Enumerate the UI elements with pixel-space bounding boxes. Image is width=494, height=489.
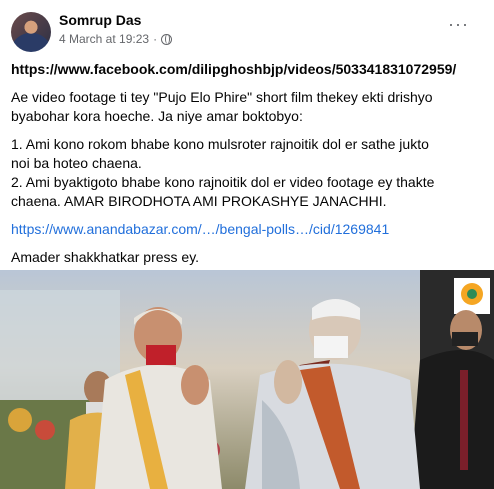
para1-line2: byabohar kora hoeche. Ja niye amar bokto… <box>11 108 303 124</box>
para2-line4: chaena. AMAR BIRODHOTA AMI PROKASHYE JAN… <box>11 193 387 209</box>
timestamp[interactable]: 4 March at 19:23 <box>59 32 149 46</box>
video-player[interactable] <box>0 270 494 489</box>
dot-separator: · <box>153 32 158 46</box>
para2-line1: 1. Ami kono rokom bhabe kono mulsroter r… <box>11 136 429 152</box>
globe-icon[interactable] <box>161 33 173 45</box>
primary-link[interactable]: https://www.facebook.com/dilipghoshbjp/v… <box>11 61 456 77</box>
post-header: Somrup Das 4 March at 19:23 · ··· <box>0 0 494 60</box>
post-text: https://www.facebook.com/dilipghoshbjp/v… <box>11 60 487 267</box>
post-meta: 4 March at 19:23 · <box>59 32 173 46</box>
para2-line3: 2. Ami byaktigoto bhabe kono rajnoitik d… <box>11 174 435 190</box>
author-name[interactable]: Somrup Das <box>59 12 141 28</box>
more-options-icon[interactable]: ··· <box>448 14 469 35</box>
closing-line: Amader shakkhatkar press ey. <box>11 249 200 265</box>
para1-line1: Ae video footage ti tey "Pujo Elo Phire"… <box>11 89 433 105</box>
avatar[interactable] <box>11 12 51 52</box>
para2-line2: noi ba hoteo chaena. <box>11 155 142 171</box>
secondary-link[interactable]: https://www.anandabazar.com/…/bengal-pol… <box>11 221 389 237</box>
video-frame <box>0 270 494 489</box>
